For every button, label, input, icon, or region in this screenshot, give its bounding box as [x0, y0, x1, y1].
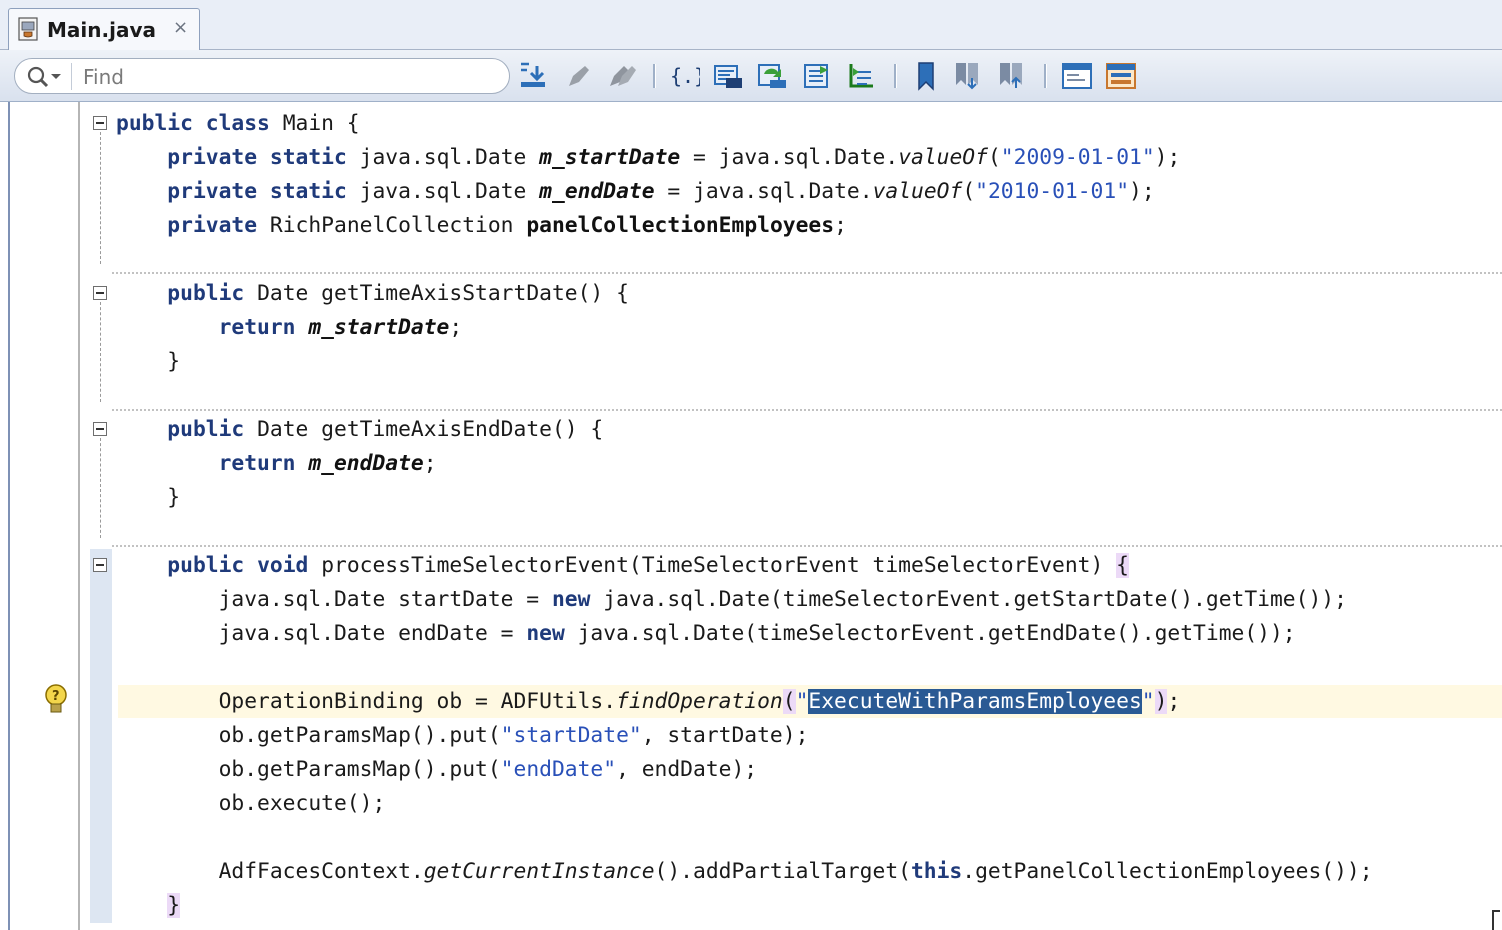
next-bookmark-icon[interactable] — [952, 60, 984, 92]
lightbulb-hint-icon[interactable]: ? — [44, 683, 68, 717]
code-line: ob.execute(); — [218, 791, 386, 816]
fold-method-icon[interactable] — [93, 286, 107, 300]
matching-brace: } — [167, 893, 181, 918]
code-line: public void processTimeSelectorEvent(Tim… — [167, 553, 1129, 578]
editor-toolbar: {.} — [0, 50, 1502, 102]
code-line: } — [116, 889, 181, 923]
svg-text:{.}: {.} — [670, 64, 700, 88]
svg-text:?: ? — [52, 689, 60, 704]
code-line: private RichPanelCollection panelCollect… — [167, 213, 847, 238]
tab-main-java[interactable]: Main.java × — [8, 8, 200, 50]
toggle-braces-icon[interactable]: {.} — [668, 60, 700, 92]
code-line: private static java.sql.Date m_startDate… — [167, 145, 1181, 170]
code-line: ob.getParamsMap().put("endDate", endDate… — [218, 757, 758, 782]
code-line: ob.getParamsMap().put("startDate", start… — [218, 723, 809, 748]
highlight-disabled-icon[interactable] — [563, 60, 595, 92]
close-tab-icon[interactable]: × — [173, 17, 188, 38]
code-line: AdfFacesContext.getCurrentInstance().add… — [218, 859, 1373, 884]
current-code-line: OperationBinding ob = ADFUtils.findOpera… — [218, 689, 1181, 714]
code-line: return m_startDate; — [218, 315, 463, 340]
code-line: return m_endDate; — [218, 451, 437, 476]
split-view-icon[interactable] — [1061, 60, 1093, 92]
incremental-search-icon[interactable] — [517, 60, 549, 92]
clear-highlight-disabled-icon[interactable] — [606, 60, 638, 92]
comment-lines-icon[interactable] — [800, 60, 832, 92]
code-line: private static java.sql.Date m_endDate =… — [167, 179, 1155, 204]
find-input[interactable] — [81, 63, 505, 91]
reformat-icon[interactable] — [756, 60, 788, 92]
fold-method-icon[interactable] — [93, 422, 107, 436]
previous-bookmark-icon[interactable] — [996, 60, 1028, 92]
java-file-icon — [18, 17, 38, 41]
matching-brace: { — [1116, 553, 1129, 578]
search-dropdown-icon[interactable] — [25, 64, 65, 90]
find-box — [14, 58, 510, 94]
code-line: java.sql.Date startDate = new java.sql.D… — [218, 587, 1347, 612]
code-line: } — [167, 349, 181, 374]
code-line: java.sql.Date endDate = new java.sql.Dat… — [218, 621, 1296, 646]
format-code-icon[interactable] — [712, 60, 744, 92]
code-line: public Date getTimeAxisStartDate() { — [167, 281, 629, 306]
toggle-bookmark-icon[interactable] — [910, 60, 942, 92]
code-line: public Date getTimeAxisEndDate() { — [167, 417, 604, 442]
selected-text: ExecuteWithParamsEmployees — [808, 689, 1142, 714]
window-layout-icon[interactable] — [1105, 60, 1137, 92]
fold-method-icon[interactable] — [93, 558, 107, 572]
code-line: } — [167, 485, 181, 510]
editor-tab-strip: Main.java × — [0, 0, 1502, 50]
code-editor[interactable]: ? public class Main { private static jav… — [0, 102, 1502, 930]
fold-class-icon[interactable] — [93, 116, 107, 130]
uncomment-lines-icon[interactable] — [845, 60, 877, 92]
tab-label: Main.java — [47, 18, 156, 42]
code-line: public class Main { — [116, 111, 360, 136]
